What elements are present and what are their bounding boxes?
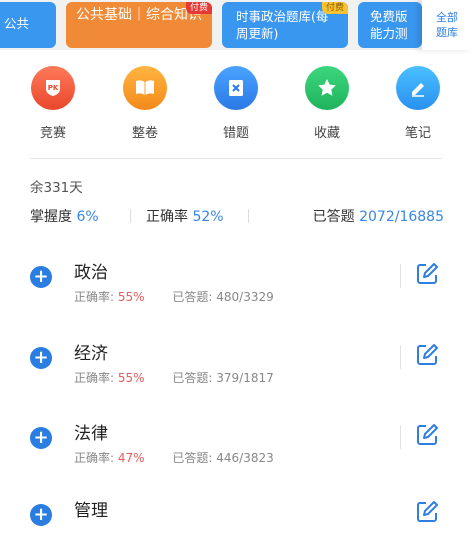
answered-value: 446/3823 [216, 451, 274, 465]
expand-icon[interactable]: + [30, 504, 52, 526]
subject-meta: 正确率: 55% 已答题: 379/1817 [74, 369, 274, 386]
subject-row-law[interactable]: + 法律 正确率: 47% 已答题: 446/3823 [30, 419, 444, 479]
subject-meta: 正确率: 47% 已答题: 446/3823 [74, 449, 274, 466]
expand-icon[interactable]: + [30, 347, 52, 369]
expand-icon[interactable]: + [30, 427, 52, 449]
full-paper-button[interactable]: 整卷 [110, 66, 180, 141]
answered-value: 379/1817 [216, 371, 274, 385]
answered-label: 已答题 [312, 209, 355, 225]
subject-meta: 正确率: 55% 已答题: 480/3329 [74, 288, 274, 305]
tool-row: PK 竞赛 整卷 错题 收藏 笔记 [0, 66, 472, 146]
pen-icon [396, 66, 440, 110]
tool-label: 整卷 [131, 126, 158, 141]
edit-icon[interactable] [414, 499, 440, 525]
paid-badge: 付费 [321, 2, 348, 14]
all-question-banks-button[interactable]: 全部题库 [422, 0, 472, 50]
days-remaining: 余331天 [30, 180, 83, 196]
wrong-questions-button[interactable]: 错题 [201, 66, 271, 141]
answered-label: 已答题: [172, 290, 213, 304]
edit-icon[interactable] [414, 261, 440, 287]
paid-badge: 付费 [185, 2, 212, 14]
compete-button[interactable]: PK 竞赛 [18, 66, 88, 141]
accuracy-label: 正确率 [146, 209, 188, 225]
svg-text:PK: PK [48, 84, 59, 92]
tab-current-affairs[interactable]: 时事政治题库(每周更新) 付费 [222, 2, 348, 48]
tool-label: 竞赛 [39, 126, 66, 141]
favorites-button[interactable]: 收藏 [292, 66, 362, 141]
star-icon [305, 66, 349, 110]
mastery-stat: 掌握度 6% [30, 206, 99, 226]
book-icon [123, 66, 167, 110]
subject-name: 法律 [74, 424, 108, 444]
tab-label: 免费版能力测 [370, 9, 408, 41]
answered-label: 已答题: [172, 371, 213, 385]
subject-name: 经济 [74, 344, 108, 364]
tool-label: 错题 [222, 126, 249, 141]
pk-icon: PK [31, 66, 75, 110]
rate-value: 55% [117, 371, 145, 385]
wrong-note-icon [214, 66, 258, 110]
divider [130, 209, 131, 223]
expand-icon[interactable]: + [30, 266, 52, 288]
tool-label: 收藏 [313, 126, 340, 141]
mastery-value: 6% [76, 209, 99, 225]
answered-stat: 已答题 2072/16885 [313, 206, 444, 226]
mastery-label: 掌握度 [30, 209, 72, 225]
divider [400, 264, 401, 288]
rate-label: 正确率: [74, 290, 115, 304]
rate-label: 正确率: [74, 371, 115, 385]
tab-public[interactable]: 公共 [0, 2, 56, 48]
accuracy-stat: 正确率 52% [146, 206, 224, 226]
answered-value: 480/3329 [216, 290, 274, 304]
edit-icon[interactable] [414, 422, 440, 448]
accuracy-value: 52% [192, 209, 224, 225]
rate-value: 47% [117, 451, 145, 465]
subject-row-management[interactable]: + 管理 [30, 496, 444, 556]
divider [400, 425, 401, 449]
subject-row-economics[interactable]: + 经济 正确率: 55% 已答题: 379/1817 [30, 339, 444, 399]
divider [400, 345, 401, 369]
edit-icon[interactable] [414, 342, 440, 368]
subject-row-politics[interactable]: + 政治 正确率: 55% 已答题: 480/3329 [30, 258, 444, 318]
tab-public-basics[interactable]: 公共基础｜综合知识 付费 [66, 2, 212, 48]
tab-label: 公共 [4, 16, 30, 31]
subject-name: 政治 [74, 263, 108, 283]
tab-label: 公共基础｜综合知识 [76, 7, 202, 23]
tab-free-ability[interactable]: 免费版能力测 [358, 2, 422, 48]
answered-label: 已答题: [172, 451, 213, 465]
answered-value: 2072/16885 [359, 209, 444, 225]
subject-tab-strip: 公共 公共基础｜综合知识 付费 时事政治题库(每周更新) 付费 免费版能力测 全… [0, 0, 472, 50]
all-tab-label: 全部题库 [436, 11, 458, 39]
subject-name: 管理 [74, 501, 108, 521]
tool-label: 笔记 [404, 126, 431, 141]
divider [248, 209, 249, 223]
divider [30, 158, 442, 159]
notes-button[interactable]: 笔记 [383, 66, 453, 141]
rate-label: 正确率: [74, 451, 115, 465]
rate-value: 55% [117, 290, 145, 304]
tab-label: 时事政治题库(每周更新) [236, 9, 329, 41]
